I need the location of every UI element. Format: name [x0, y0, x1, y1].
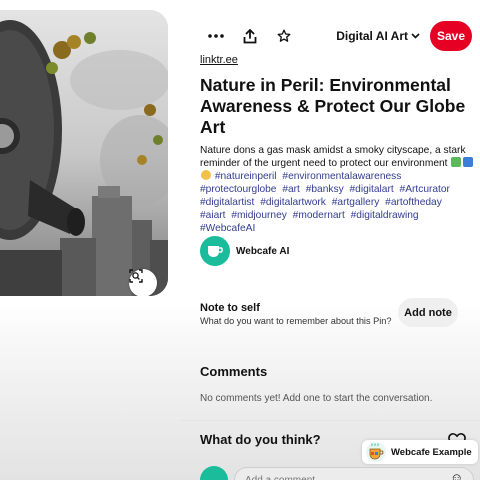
- creator-name[interactable]: Webcafe AI: [236, 246, 289, 257]
- source-link[interactable]: linktr.ee: [200, 54, 238, 66]
- pin-description: Nature dons a gas mask amidst a smoky ci…: [200, 144, 476, 235]
- comments-empty-message: No comments yet! Add one to start the co…: [200, 393, 433, 404]
- hashtag-link[interactable]: #art: [282, 184, 300, 195]
- creator-row[interactable]: Webcafe AI: [200, 236, 289, 266]
- cityscape-emoji-icon: [463, 157, 474, 167]
- visual-search-button[interactable]: [129, 269, 157, 296]
- hashtag-link[interactable]: #artoftheday: [385, 197, 442, 208]
- visual-search-icon: [129, 269, 143, 283]
- hashtag-link[interactable]: #digitalartist: [200, 197, 254, 208]
- divider: [180, 420, 480, 421]
- hashtag-link[interactable]: #environmentalawareness: [282, 171, 401, 182]
- comments-heading: Comments: [200, 364, 268, 379]
- hashtag-link[interactable]: #aiart: [200, 210, 225, 221]
- favorite-button[interactable]: [270, 22, 298, 50]
- hashtag-link[interactable]: #midjourney: [231, 210, 287, 221]
- user-avatar: [200, 466, 228, 480]
- comment-composer: [200, 466, 474, 480]
- add-note-button[interactable]: Add note: [398, 298, 458, 327]
- note-title: Note to self: [200, 302, 260, 314]
- hashtag-link[interactable]: #digitalart: [350, 184, 394, 195]
- hashtag-link[interactable]: #Artcurator: [400, 184, 450, 195]
- hashtag-link[interactable]: #artgallery: [332, 197, 380, 208]
- note-subtitle: What do you want to remember about this …: [200, 316, 392, 326]
- webcafe-badge: Webcafe Example: [362, 440, 478, 464]
- gas-mask-artwork: [0, 10, 168, 296]
- more-options-icon: [208, 34, 224, 38]
- share-button[interactable]: [236, 22, 264, 50]
- hashtag-list: #natureinperil #environmentalawareness #…: [200, 171, 453, 234]
- star-icon: [277, 29, 291, 42]
- coffee-cup-icon: [208, 246, 223, 257]
- creator-avatar[interactable]: [200, 236, 230, 266]
- leaf-emoji-icon: [451, 157, 462, 167]
- chevron-down-icon: [411, 33, 420, 39]
- board-selector[interactable]: Digital AI Art: [336, 29, 420, 43]
- hashtag-link[interactable]: #natureinperil: [215, 171, 277, 182]
- sad-face-emoji-icon: [201, 170, 211, 180]
- share-icon: [243, 28, 257, 43]
- hashtag-link[interactable]: #modernart: [293, 210, 345, 221]
- note-section: Note to self What do you want to remembe…: [200, 302, 392, 326]
- smile-icon[interactable]: ☺: [450, 470, 463, 480]
- badge-label: Webcafe Example: [391, 446, 472, 458]
- board-selector-label: Digital AI Art: [336, 29, 408, 43]
- more-options-button[interactable]: [202, 22, 230, 50]
- comment-prompt: What do you think?: [200, 432, 321, 447]
- hashtag-link[interactable]: #protectourglobe: [200, 184, 276, 195]
- hashtag-link[interactable]: #digitalartwork: [260, 197, 326, 208]
- description-text: Nature dons a gas mask amidst a smoky ci…: [200, 145, 466, 169]
- pin-image[interactable]: [0, 10, 168, 296]
- hashtag-link[interactable]: #digitaldrawing: [351, 210, 419, 221]
- coffee-mug-icon: [366, 442, 386, 462]
- save-button[interactable]: Save: [430, 21, 472, 51]
- hashtag-link[interactable]: #WebcafeAI: [200, 223, 255, 234]
- hashtag-link[interactable]: #banksy: [306, 184, 344, 195]
- pin-toolbar: Digital AI Art Save: [200, 21, 472, 51]
- pin-title: Nature in Peril: Environmental Awareness…: [200, 75, 466, 137]
- comment-input[interactable]: [234, 467, 474, 480]
